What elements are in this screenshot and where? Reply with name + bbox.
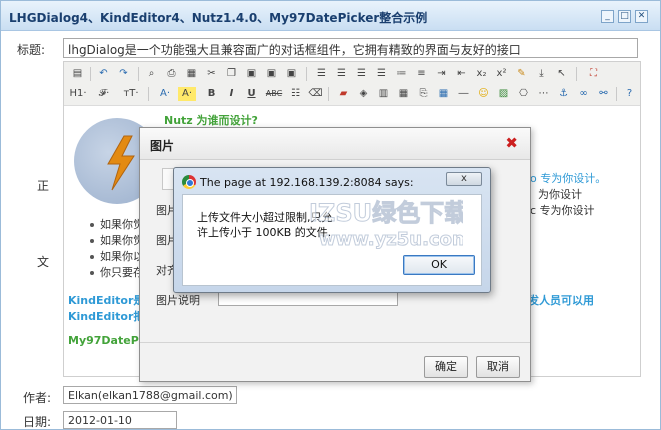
paste-icon[interactable]: ▣ [244, 67, 259, 81]
forecolor-icon[interactable]: A· [156, 87, 174, 101]
image-ok-button[interactable]: 确定 [424, 356, 468, 378]
window-title: LHGDialog4、KindEditor4、Nutz1.4.0、My97Dat… [9, 11, 428, 25]
main-window: LHGDialog4、KindEditor4、Nutz1.4.0、My97Dat… [0, 0, 661, 430]
ordered-list-icon[interactable]: ≔ [394, 67, 409, 81]
copy-icon[interactable]: ❐ [224, 67, 239, 81]
title-label: 标题: [17, 43, 46, 57]
list-item: 如果你以 [90, 248, 144, 264]
align-left-icon[interactable]: ☰ [314, 67, 329, 81]
alert-ok-button[interactable]: OK [403, 255, 475, 275]
template-icon[interactable]: ▦ [184, 67, 199, 81]
content-right-1: o 专为你设计。 [530, 172, 607, 185]
alert-title: The page at 192.168.139.2:8084 says: [200, 176, 414, 189]
author-label: 作者: [23, 391, 52, 405]
window-title-bar: LHGDialog4、KindEditor4、Nutz1.4.0、My97Dat… [1, 1, 660, 31]
select-all-icon[interactable]: ⤓ [534, 67, 549, 81]
date-label: 日期: [23, 415, 52, 429]
image-dialog-title: 图片 [150, 139, 175, 153]
paste-word-icon[interactable]: ▣ [284, 67, 299, 81]
bold-icon[interactable]: B [204, 87, 219, 101]
insertfile-icon[interactable]: ⎘ [416, 87, 431, 101]
lineheight-icon[interactable]: ☷ [288, 87, 303, 101]
indent-icon[interactable]: ⇥ [434, 67, 449, 81]
media-icon[interactable]: ▦ [396, 87, 411, 101]
anchor-icon[interactable]: ⚓ [556, 87, 571, 101]
unlink-icon[interactable]: ⚯ [596, 87, 611, 101]
image-icon[interactable]: ▰ [336, 87, 351, 101]
outdent-icon[interactable]: ⇤ [454, 67, 469, 81]
cursor-icon[interactable]: ↖ [554, 67, 569, 81]
code-icon[interactable]: ⎔ [516, 87, 531, 101]
subscript-icon[interactable]: x₂ [474, 67, 489, 81]
align-right-icon[interactable]: ☰ [354, 67, 369, 81]
align-center-icon[interactable]: ☰ [334, 67, 349, 81]
flash-icon[interactable]: ▥ [376, 87, 391, 101]
alert-close-button[interactable]: x [446, 172, 482, 186]
date-input[interactable]: 2012-01-10 [63, 411, 177, 429]
strikethrough-icon[interactable]: ABC [264, 87, 284, 101]
italic-icon[interactable]: I [224, 87, 239, 101]
alert-message: 上传文件大小超过限制,只允 许上传小于 100KB 的文件. [197, 211, 333, 239]
body-label-1: 正 [37, 179, 50, 193]
title-input[interactable]: lhgDialog是一个功能强大且兼容面广的对话框组件，它拥有精致的界面与友好的… [63, 38, 638, 58]
print-icon[interactable]: ⎙ [164, 67, 179, 81]
list-item: 如果你觉 [90, 216, 144, 232]
preview-icon[interactable]: ⌕ [144, 67, 159, 81]
list-item: 你只要存 [90, 264, 144, 280]
content-right-2: 为你设计 [538, 188, 582, 201]
formatblock-icon[interactable]: H1· [68, 87, 88, 101]
author-input[interactable]: Elkan(elkan1788@gmail.com) [63, 386, 237, 404]
kindeditor-text-right: 发人员可以用 [528, 294, 594, 307]
hr-icon[interactable]: ― [456, 87, 471, 101]
multiimage-icon[interactable]: ◈ [356, 87, 371, 101]
image-cancel-button[interactable]: 取消 [476, 356, 520, 378]
fontname-icon[interactable]: 𝓕· [94, 87, 114, 101]
cut-icon[interactable]: ✂ [204, 67, 219, 81]
editor-toolbar: ▤ ↶ ↷ ⌕ ⎙ ▦ ✂ ❐ ▣ ▣ ▣ ☰ ☰ ☰ ☰ ≔ ≡ ⇥ ⇤ x₂… [64, 62, 640, 106]
alert-body: 上传文件大小超过限制,只允 许上传小于 100KB 的文件. OK [182, 194, 482, 286]
baidumap-icon[interactable]: ▨ [496, 87, 511, 101]
image-caption-label: 图片说明 [156, 294, 200, 307]
underline-icon[interactable]: U [244, 87, 259, 101]
close-icon[interactable]: ✕ [635, 10, 648, 23]
hilitecolor-icon[interactable]: A· [178, 87, 196, 101]
removeformat-icon[interactable]: ⌫ [308, 87, 323, 101]
unordered-list-icon[interactable]: ≡ [414, 67, 429, 81]
content-heading: Nutz 为谁而设计? [164, 114, 258, 127]
body-label-2: 文 [37, 255, 50, 269]
redo-icon[interactable]: ↷ [116, 67, 131, 81]
paste-text-icon[interactable]: ▣ [264, 67, 279, 81]
image-dialog-title-bar: 图片 ✖ [140, 128, 530, 160]
js-alert-dialog: The page at 192.168.139.2:8084 says: x 上… [173, 167, 491, 293]
about-icon[interactable]: ? [622, 87, 637, 101]
minimize-icon[interactable]: _ [601, 10, 614, 23]
link-icon[interactable]: ∞ [576, 87, 591, 101]
undo-icon[interactable]: ↶ [96, 67, 111, 81]
fontsize-icon[interactable]: тT· [120, 87, 142, 101]
emoticons-icon[interactable]: ☺ [476, 87, 491, 101]
source-icon[interactable]: ▤ [70, 67, 85, 81]
clear-format-icon[interactable]: ✎ [514, 67, 529, 81]
superscript-icon[interactable]: x² [494, 67, 509, 81]
close-x-icon[interactable]: ✖ [505, 134, 518, 152]
list-item: 如果你觉 [90, 232, 144, 248]
content-right-3: c 专为你设计 [530, 204, 595, 217]
fullscreen-icon[interactable]: ⛶ [586, 67, 601, 81]
pagebreak-icon[interactable]: ⋯ [536, 87, 551, 101]
chrome-icon [182, 175, 196, 189]
justify-icon[interactable]: ☰ [374, 67, 389, 81]
maximize-icon[interactable]: □ [618, 10, 631, 23]
table-icon[interactable]: ▦ [436, 87, 451, 101]
